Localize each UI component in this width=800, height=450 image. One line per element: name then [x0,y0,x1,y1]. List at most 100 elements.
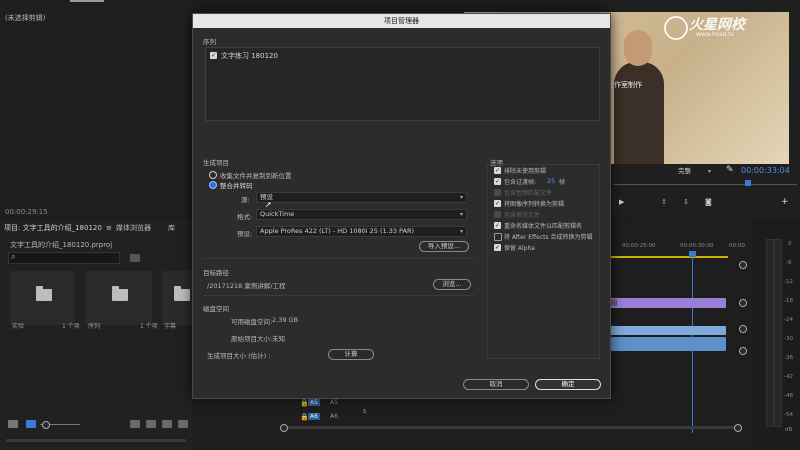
meter-tick: -30 [784,336,793,342]
watermark-url: www.hxsd.tv [696,31,735,38]
playhead-marker[interactable] [745,180,751,186]
scroll-knob[interactable] [739,261,747,269]
option-checkbox-exclude-unused[interactable]: ✓ [494,167,501,174]
format-select[interactable]: QuickTime ▾ [256,209,467,220]
chevron-down-icon: ▾ [459,228,463,235]
track-target-a6[interactable]: A6 [308,413,320,420]
radio-collect-label: 收集文件并复制到新位置 [220,172,292,180]
radio-collect[interactable] [209,171,217,179]
option-checkbox-preview-files[interactable] [494,211,501,218]
option-checkbox-image-seq[interactable]: ✓ [494,200,501,207]
destination-path: /20171218 案例讲解/工程 [207,282,286,290]
option-checkbox-ae-comps[interactable] [494,233,502,241]
bin-thumb-1[interactable] [10,271,75,325]
destination-group-label: 目标路径 [203,269,229,277]
sequence-group-label: 序列 [203,38,216,46]
wrench-icon[interactable]: ✎ [726,165,734,175]
program-timecode: 00:00:33:04 [741,166,790,175]
audio-clip[interactable] [610,337,726,351]
meter-unit: dB [785,427,793,433]
bin-name: 序列 [88,323,101,330]
timeline-h-scrollbar[interactable] [282,426,737,429]
browse-button[interactable]: 浏览... [433,279,471,290]
source-monitor: (未选择剪辑) 00:00:29:15 [0,0,190,218]
program-scrubber[interactable] [613,184,797,185]
new-bin-icon[interactable] [146,420,156,428]
find-icon[interactable] [130,420,140,428]
new-bin-icon[interactable] [130,254,140,262]
meter-tick: -12 [784,279,793,285]
import-preset-button[interactable]: 导入预设... [419,241,469,252]
option-label: 包含过渡帧: [504,179,537,186]
project-panel-tab[interactable]: 项目: 文字工具的介绍_180120 ≡ [4,223,112,233]
scroll-knob[interactable] [280,424,288,432]
option-label: 保留 Alpha [504,245,535,252]
lift-icon[interactable]: ⇧ [661,198,667,206]
clip-label: 圆 [611,300,618,307]
option-label: 包含音频匹配文件 [504,190,553,197]
title-clip[interactable]: 圆 [610,298,726,308]
person-silhouette [614,62,664,164]
playhead-head[interactable] [689,251,696,257]
option-checkbox-preserve-alpha[interactable]: ✓ [494,244,501,251]
watermark-logo-icon [664,16,688,40]
scroll-knob[interactable] [739,347,747,355]
available-space-value: 2.39 GB [272,316,299,324]
option-checkbox-rename-media[interactable]: ✓ [494,222,501,229]
new-item-icon[interactable] [162,420,172,428]
track-target-a5[interactable]: A5 [308,399,320,406]
dialog-title: 项目管理器 [193,14,610,28]
meter-bar [774,239,782,427]
tab-media-browser[interactable]: 媒体浏览器 [116,223,151,233]
bin-thumb-2[interactable] [86,271,152,325]
video-clip[interactable] [610,326,726,335]
meter-tick: -24 [784,317,793,323]
meter-tick: -42 [784,374,793,380]
icon-view-icon[interactable] [26,420,36,428]
search-input[interactable]: ⌕ [8,252,120,264]
separator [203,258,475,259]
handles-unit: 帧 [559,179,566,186]
option-label: 将图像序列转换为剪辑 [504,201,565,208]
preset-select[interactable]: Apple ProRes 422 (LT) - HD 1080i 25 (1.3… [256,226,467,237]
source-label: 源: [241,196,250,204]
ok-button[interactable]: 确定 [535,379,601,390]
bin-count: 1 个项 [62,323,80,330]
handles-frames-input[interactable]: 25 [547,177,555,185]
sequence-checkbox[interactable]: ✓ [210,52,217,59]
source-select[interactable]: 预设 ▾ [256,192,467,203]
meter-tick: -48 [784,393,793,399]
person-head [624,30,652,66]
extract-icon[interactable]: ⇩ [683,198,689,206]
project-scrollbar[interactable] [6,439,186,442]
mouse-cursor-icon: ➚ [265,200,272,209]
cancel-button[interactable]: 取消 [463,379,529,390]
list-view-icon[interactable] [8,420,18,428]
source-tab-underline [70,0,104,2]
chevron-down-icon: ▾ [459,211,463,218]
radio-consolidate[interactable] [209,181,217,189]
timeline-ruler-label: 00:00:25:00 [622,243,656,249]
panel-menu-icon[interactable]: ≡ [106,224,112,232]
calculate-button[interactable]: 计算 [328,349,374,360]
tab-library[interactable]: 库 [168,223,175,233]
work-area-bar[interactable] [610,256,728,258]
scroll-knob[interactable] [734,424,742,432]
add-button-icon[interactable]: + [781,197,789,207]
fit-select[interactable]: 完整 ▾ [675,167,714,176]
scroll-knob[interactable] [739,325,747,333]
camera-icon[interactable]: ◙ [705,198,712,206]
preset-label: 预设: [237,230,253,238]
step-forward-icon[interactable]: ▶ [619,198,624,206]
zoom-slider-handle[interactable] [42,421,50,429]
option-checkbox-handles[interactable]: ✓ [494,178,501,185]
original-size-value: 未知 [272,335,285,343]
folder-icon [36,286,52,301]
scroll-knob[interactable] [739,299,747,307]
bin-thumb-3[interactable] [162,271,192,325]
trash-icon[interactable] [178,420,188,428]
meter-bar [766,239,774,427]
option-checkbox-audio-conform[interactable] [494,189,501,196]
meter-tick: -54 [784,412,793,418]
track-solo-a6[interactable]: S [363,409,366,415]
